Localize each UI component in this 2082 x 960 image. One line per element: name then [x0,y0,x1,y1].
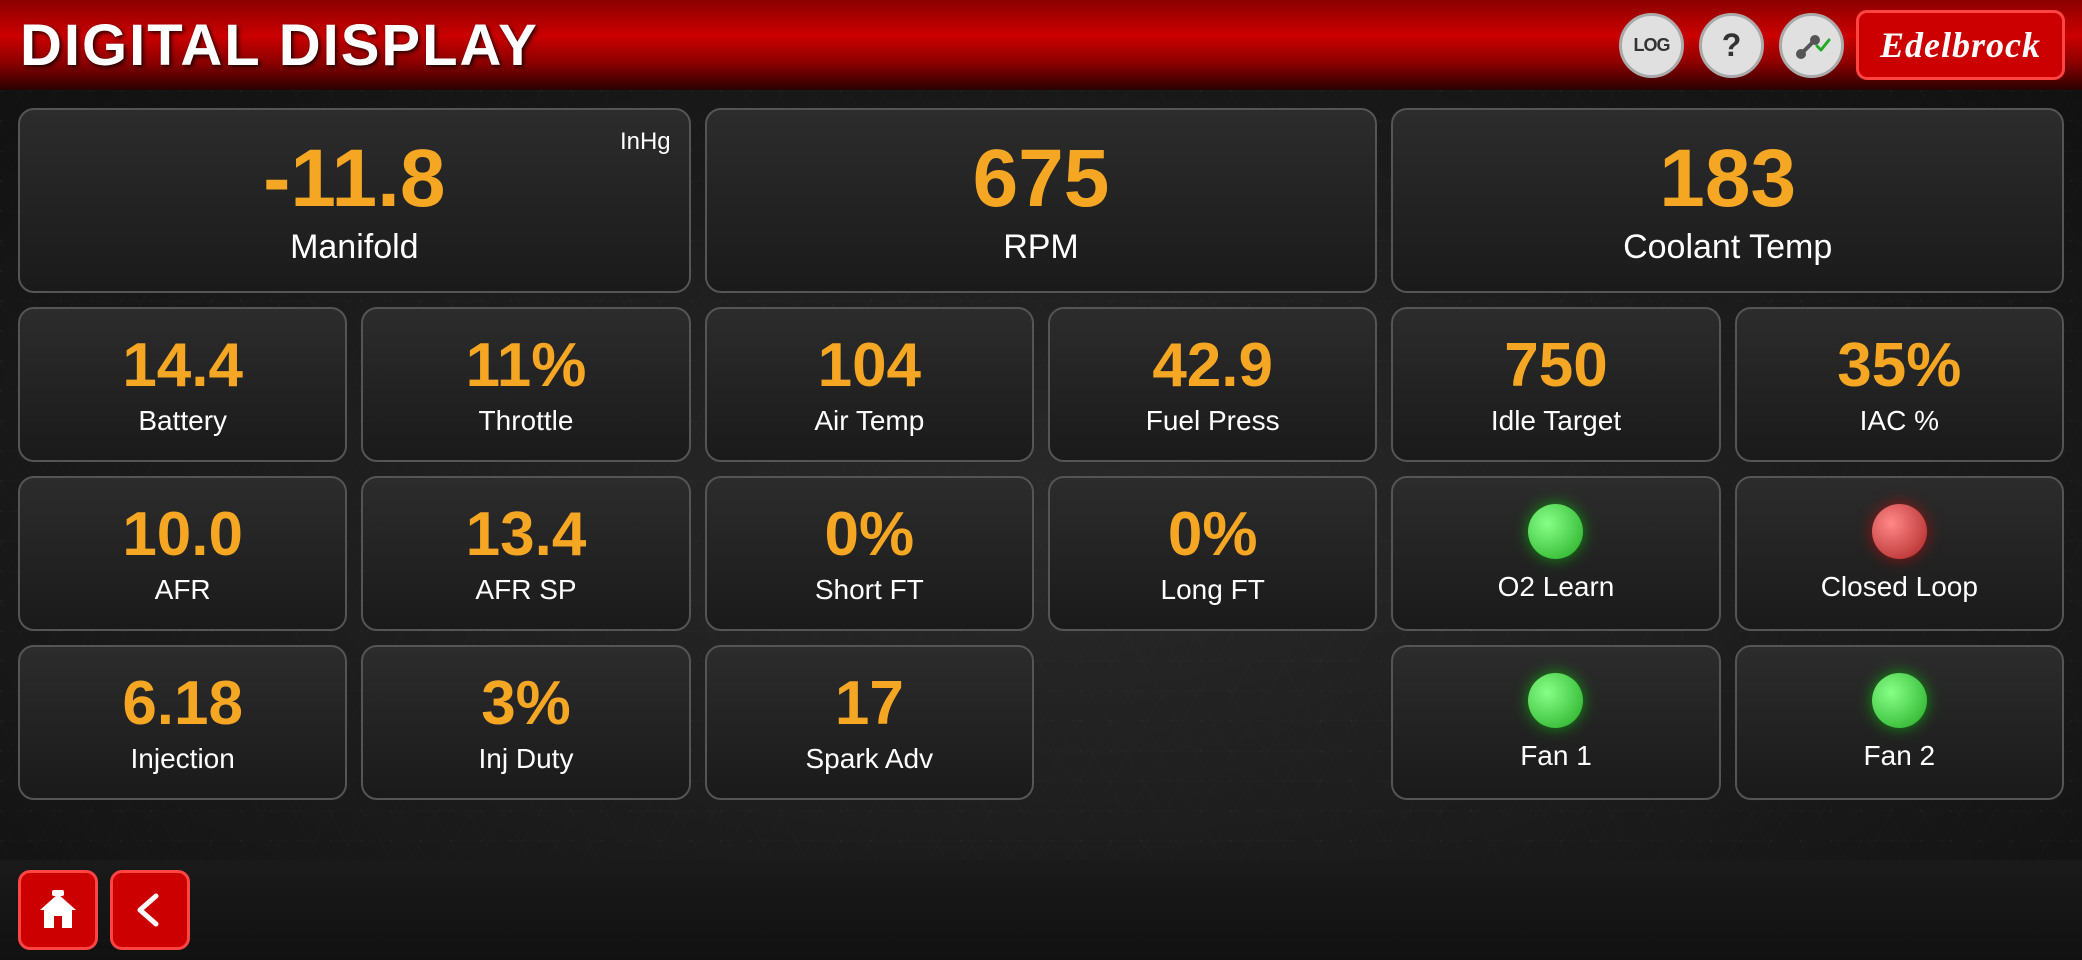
iac-label: IAC % [1860,405,1939,437]
fuel-press-cell: 42.9 Fuel Press [1048,307,1377,462]
spark-adv-value: 17 [835,670,904,738]
long-ft-label: Long FT [1161,574,1265,606]
short-ft-label: Short FT [815,574,924,606]
brand-logo: Edelbrock [1859,13,2062,77]
closed-loop-label: Closed Loop [1821,571,1978,603]
o2-learn-indicator [1528,504,1583,559]
long-ft-cell: 0% Long FT [1048,476,1377,631]
coolant-temp-label: Coolant Temp [1623,228,1832,267]
o2-learn-cell: O2 Learn [1391,476,1720,631]
rpm-value: 675 [973,134,1110,224]
manifold-cell: -11.8 Manifold InHg [18,108,691,293]
empty-cell [1048,645,1377,800]
iac-cell: 35% IAC % [1735,307,2064,462]
rpm-label: RPM [1003,228,1079,267]
afr-label: AFR [155,574,211,606]
idle-target-label: Idle Target [1491,405,1621,437]
header-controls: LOG ? Edelbrock [1619,13,2062,78]
back-icon [128,888,172,932]
fan2-cell: Fan 2 [1735,645,2064,800]
home-button[interactable] [18,870,98,950]
short-ft-cell: 0% Short FT [705,476,1034,631]
air-temp-label: Air Temp [814,405,924,437]
page-title: DIGITAL DISPLAY [20,12,539,79]
fan2-indicator [1872,673,1927,728]
long-ft-value: 0% [1168,501,1258,569]
battery-value: 14.4 [122,332,243,400]
coolant-temp-value: 183 [1659,134,1796,224]
afr-value: 10.0 [122,501,243,569]
afr-sp-value: 13.4 [466,501,587,569]
injection-value: 6.18 [122,670,243,738]
manifold-unit: InHg [620,128,671,156]
afr-sp-label: AFR SP [475,574,576,606]
coolant-temp-cell: 183 Coolant Temp [1391,108,2064,293]
tool-button[interactable] [1779,13,1844,78]
idle-target-cell: 750 Idle Target [1391,307,1720,462]
row-4: 6.18 Injection 3% Inj Duty 17 Spark Adv … [18,645,2064,800]
manifold-value: -11.8 [263,134,445,224]
battery-cell: 14.4 Battery [18,307,347,462]
battery-label: Battery [138,405,227,437]
fuel-press-value: 42.9 [1152,332,1273,400]
air-temp-value: 104 [818,332,921,400]
fan1-label: Fan 1 [1520,740,1592,772]
closed-loop-indicator [1872,504,1927,559]
fan1-cell: Fan 1 [1391,645,1720,800]
spark-adv-cell: 17 Spark Adv [705,645,1034,800]
row-1: -11.8 Manifold InHg 675 RPM 183 Coolant … [18,108,2064,293]
header: DIGITAL DISPLAY LOG ? Edelbrock [0,0,2082,90]
back-button[interactable] [110,870,190,950]
closed-loop-cell: Closed Loop [1735,476,2064,631]
row-2: 14.4 Battery 11% Throttle 104 Air Temp 4… [18,307,2064,462]
injection-cell: 6.18 Injection [18,645,347,800]
afr-sp-cell: 13.4 AFR SP [361,476,690,631]
throttle-label: Throttle [479,405,574,437]
rpm-cell: 675 RPM [705,108,1378,293]
footer [0,860,2082,960]
fan1-indicator [1528,673,1583,728]
air-temp-cell: 104 Air Temp [705,307,1034,462]
o2-learn-label: O2 Learn [1498,571,1615,603]
wrench-check-icon [1793,26,1831,64]
home-icon [36,888,80,932]
throttle-cell: 11% Throttle [361,307,690,462]
inj-duty-label: Inj Duty [479,743,574,775]
afr-cell: 10.0 AFR [18,476,347,631]
inj-duty-value: 3% [481,670,571,738]
help-button[interactable]: ? [1699,13,1764,78]
iac-value: 35% [1837,332,1961,400]
row-3: 10.0 AFR 13.4 AFR SP 0% Short FT 0% Long… [18,476,2064,631]
main-content: -11.8 Manifold InHg 675 RPM 183 Coolant … [0,90,2082,960]
manifold-label: Manifold [290,228,419,267]
throttle-value: 11% [466,332,587,400]
idle-target-value: 750 [1504,332,1607,400]
fan2-label: Fan 2 [1864,740,1936,772]
spark-adv-label: Spark Adv [806,743,934,775]
short-ft-value: 0% [825,501,915,569]
injection-label: Injection [131,743,235,775]
log-button[interactable]: LOG [1619,13,1684,78]
fuel-press-label: Fuel Press [1146,405,1280,437]
inj-duty-cell: 3% Inj Duty [361,645,690,800]
